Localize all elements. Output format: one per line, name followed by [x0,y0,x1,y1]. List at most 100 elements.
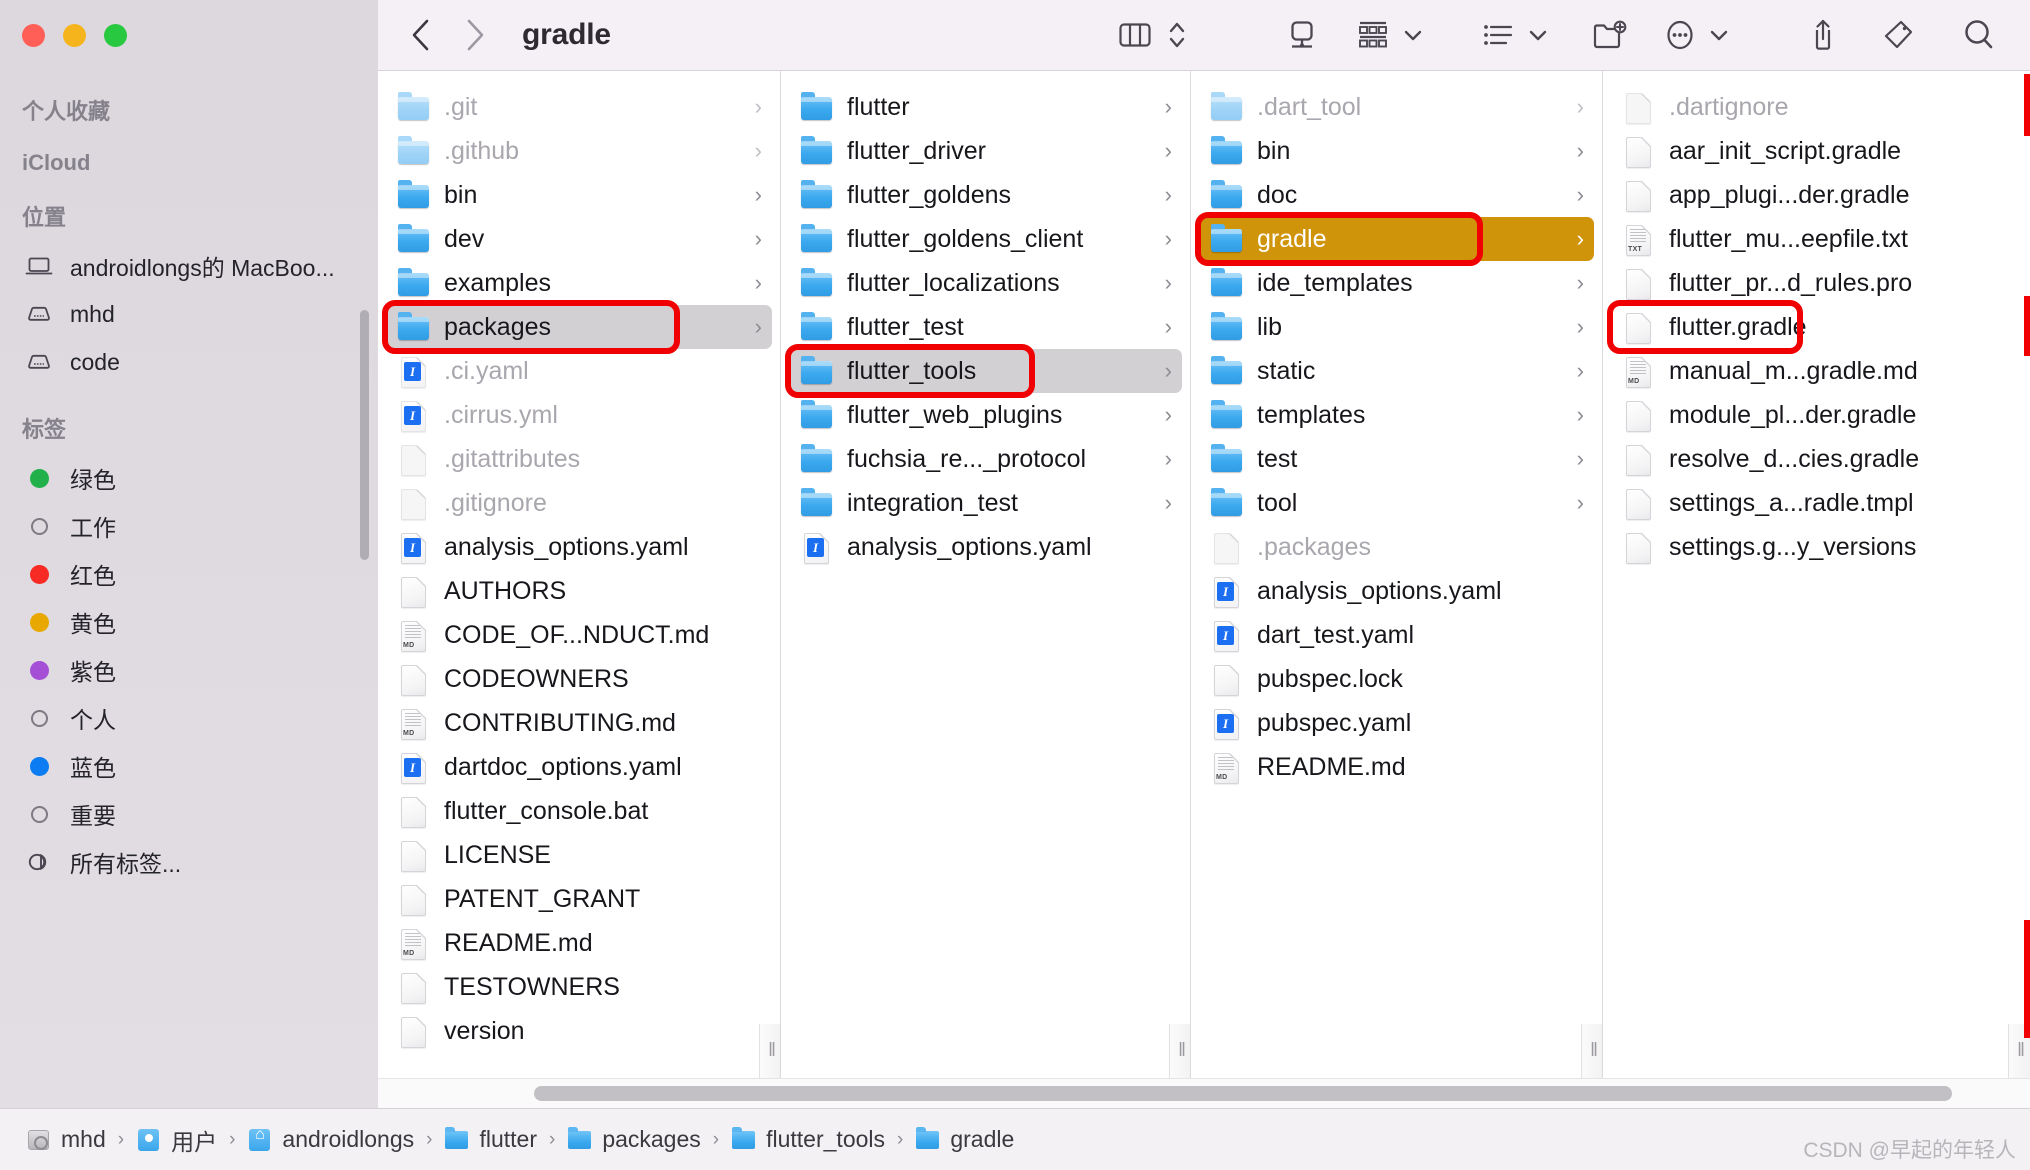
file-row[interactable]: CODEOWNERS [386,657,772,701]
file-row[interactable]: .dartignore [1611,85,2022,129]
more-caret-down-icon[interactable] [1708,27,1730,43]
column-3-resize-handle[interactable]: ‖ [1581,1024,1602,1078]
file-row[interactable]: flutter_web_plugins › [789,393,1182,437]
file-row[interactable]: resolve_d...cies.gradle [1611,437,2022,481]
tag-icon[interactable] [1874,12,1920,58]
disclosure-chevron-icon[interactable]: › [1577,314,1584,340]
disclosure-chevron-icon[interactable]: › [1165,94,1172,120]
file-row[interactable]: lib › [1199,305,1594,349]
disclosure-chevron-icon[interactable]: › [1165,226,1172,252]
breadcrumb-item[interactable]: gradle [915,1126,1014,1153]
disclosure-chevron-icon[interactable]: › [755,226,762,252]
sidebar-item-tag-blue[interactable]: 蓝色 [0,742,378,790]
minimize-button[interactable] [63,23,86,47]
file-row[interactable]: Ipubspec.yaml [1199,701,1594,745]
more-actions-icon[interactable] [1659,12,1701,58]
file-row[interactable]: module_pl...der.gradle [1611,393,2022,437]
file-row[interactable]: Ianalysis_options.yaml [789,525,1182,569]
disclosure-chevron-icon[interactable]: › [1577,270,1584,296]
file-row[interactable]: .dart_tool › [1199,85,1594,129]
sidebar-item-tag-yellow[interactable]: 黄色 [0,598,378,646]
file-row[interactable]: PATENT_GRANT [386,877,772,921]
file-row[interactable]: .packages [1199,525,1594,569]
file-row[interactable]: AUTHORS [386,569,772,613]
breadcrumb-item[interactable]: androidlongs [247,1126,414,1153]
file-row[interactable]: bin › [386,173,772,217]
disclosure-chevron-icon[interactable]: › [755,138,762,164]
file-row[interactable]: flutter › [789,85,1182,129]
group-caret-down-icon[interactable] [1402,27,1424,43]
search-icon[interactable] [1956,12,2002,58]
file-row[interactable]: Ianalysis_options.yaml [386,525,772,569]
disclosure-chevron-icon[interactable]: › [1165,182,1172,208]
view-stepper-icon[interactable] [1157,12,1197,58]
horizontal-scrollbar-track[interactable] [378,1078,2030,1108]
sidebar-item-tag-personal[interactable]: 个人 [0,694,378,742]
list-options-icon[interactable] [1476,12,1520,58]
disclosure-chevron-icon[interactable]: › [1165,490,1172,516]
file-row[interactable]: I .ci.yaml [386,349,772,393]
file-row[interactable]: gradle › [1199,217,1594,261]
disclosure-chevron-icon[interactable]: › [1165,446,1172,472]
disclosure-chevron-icon[interactable]: › [1165,138,1172,164]
share-icon[interactable] [1802,12,1844,58]
file-row[interactable]: Ianalysis_options.yaml [1199,569,1594,613]
disclosure-chevron-icon[interactable]: › [755,270,762,296]
disclosure-chevron-icon[interactable]: › [1577,138,1584,164]
file-row[interactable]: MD manual_m...gradle.md [1611,349,2022,393]
breadcrumb-item[interactable]: flutter_tools [731,1126,885,1153]
disclosure-chevron-icon[interactable]: › [1165,358,1172,384]
sidebar-item-tag-purple[interactable]: 紫色 [0,646,378,694]
maximize-button[interactable] [104,23,127,47]
file-row[interactable]: tool › [1199,481,1594,525]
file-row[interactable]: .git › [386,85,772,129]
disclosure-chevron-icon[interactable]: › [755,314,762,340]
disclosure-chevron-icon[interactable]: › [1577,94,1584,120]
disclosure-chevron-icon[interactable]: › [1165,314,1172,340]
file-row[interactable]: bin › [1199,129,1594,173]
breadcrumb-item[interactable]: 用户 [136,1123,217,1157]
sidebar-item-tag-important[interactable]: 重要 [0,790,378,838]
sidebar-scrollbar[interactable] [360,310,369,560]
file-row[interactable]: flutter_test › [789,305,1182,349]
disclosure-chevron-icon[interactable]: › [1577,358,1584,384]
sidebar-item-tag-green[interactable]: 绿色 [0,454,378,502]
view-columns-icon[interactable] [1113,12,1157,58]
horizontal-scrollbar-thumb[interactable] [534,1086,1952,1101]
file-row[interactable]: TXT flutter_mu...eepfile.txt [1611,217,2022,261]
disclosure-chevron-icon[interactable]: › [1577,226,1584,252]
airdrop-icon[interactable] [1279,12,1325,58]
file-row[interactable]: templates › [1199,393,1594,437]
sidebar-item-tag-red[interactable]: 红色 [0,550,378,598]
file-row[interactable]: flutter_console.bat [386,789,772,833]
file-row[interactable]: flutter_pr...d_rules.pro [1611,261,2022,305]
breadcrumb-item[interactable]: mhd [26,1126,106,1153]
file-row[interactable]: pubspec.lock [1199,657,1594,701]
sidebar-item-macbook[interactable]: androidlongs的 MacBoo... [0,242,378,290]
file-row[interactable]: app_plugi...der.gradle [1611,173,2022,217]
file-row[interactable]: flutter_goldens_client › [789,217,1182,261]
disclosure-chevron-icon[interactable]: › [755,182,762,208]
file-row[interactable]: ide_templates › [1199,261,1594,305]
back-button[interactable] [408,18,434,52]
file-row[interactable]: flutter.gradle [1611,305,2022,349]
new-folder-icon[interactable] [1585,12,1633,58]
file-row[interactable]: version [386,1009,772,1053]
file-row[interactable]: MD CODE_OF...NDUCT.md [386,613,772,657]
group-icon[interactable] [1351,12,1395,58]
disclosure-chevron-icon[interactable]: › [1577,182,1584,208]
file-row[interactable]: .gitattributes [386,437,772,481]
file-row[interactable]: settings_a...radle.tmpl [1611,481,2022,525]
close-button[interactable] [22,23,45,47]
list-caret-down-icon[interactable] [1527,27,1549,43]
file-row[interactable]: aar_init_script.gradle [1611,129,2022,173]
file-row[interactable]: .github › [386,129,772,173]
file-row[interactable]: flutter_localizations › [789,261,1182,305]
file-row[interactable]: test › [1199,437,1594,481]
file-row[interactable]: Idart_test.yaml [1199,613,1594,657]
file-row[interactable]: fuchsia_re..._protocol › [789,437,1182,481]
file-row[interactable]: doc › [1199,173,1594,217]
disclosure-chevron-icon[interactable]: › [755,94,762,120]
column-2-resize-handle[interactable]: ‖ [1169,1024,1190,1078]
disclosure-chevron-icon[interactable]: › [1165,270,1172,296]
